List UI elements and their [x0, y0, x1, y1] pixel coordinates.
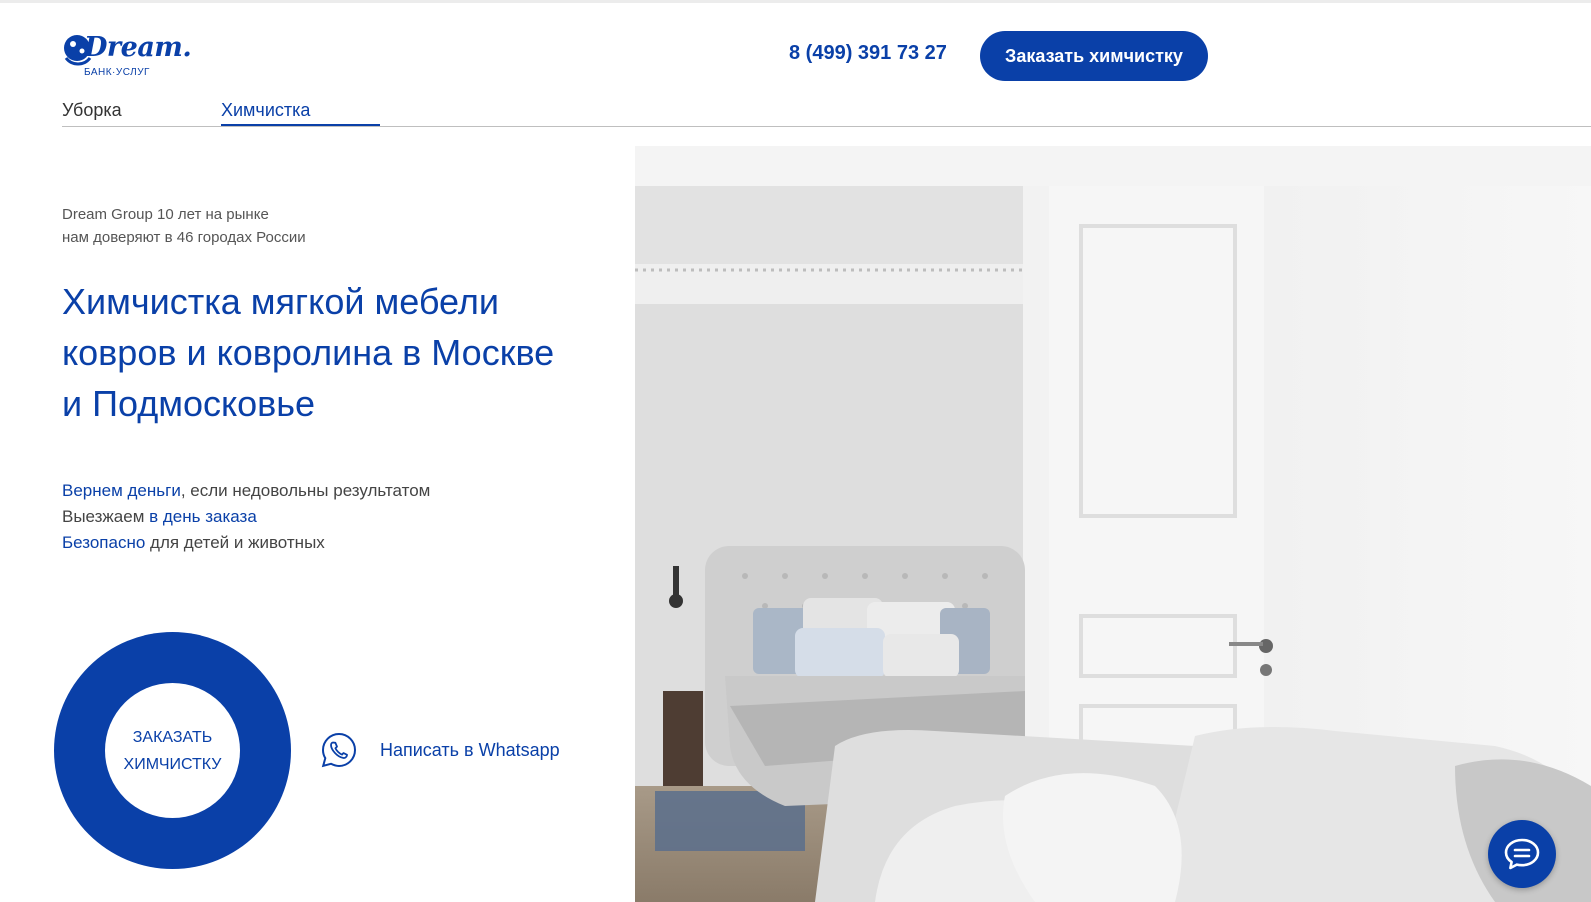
page: Dream. БАНК·УСЛУГ 8 (499) 391 73 27 Зака… — [0, 0, 1591, 902]
benefit-item: Вернем деньги, если недовольны результат… — [62, 478, 430, 504]
order-ring-label: ЗАКАЗАТЬ ХИМЧИСТКУ — [105, 683, 240, 818]
title-line: Химчистка мягкой мебели — [62, 281, 499, 322]
order-ring-button[interactable]: ЗАКАЗАТЬ ХИМЧИСТКУ — [54, 632, 291, 869]
title-line: и Подмосковье — [62, 383, 316, 424]
logo[interactable]: Dream. БАНК·УСЛУГ — [62, 30, 192, 82]
benefit-text: для детей и животных — [145, 533, 325, 552]
whatsapp-link[interactable]: Написать в Whatsapp — [320, 730, 560, 770]
benefit-highlight: Безопасно — [62, 533, 146, 552]
chat-button[interactable] — [1488, 820, 1556, 888]
tab-himchistka[interactable]: Химчистка — [221, 100, 310, 121]
benefit-text: Выезжаем — [62, 507, 150, 526]
order-cleaning-button[interactable]: Заказать химчистку — [980, 31, 1208, 81]
benefits-list: Вернем деньги, если недовольны результат… — [62, 478, 430, 556]
intro-line: нам доверяют в 46 городах России — [62, 229, 306, 246]
benefit-item: Выезжаем в день заказа — [62, 504, 430, 530]
order-ring-line: ХИМЧИСТКУ — [123, 755, 222, 773]
intro-line: Dream Group 10 лет на рынке — [62, 206, 269, 223]
order-ring-line: ЗАКАЗАТЬ — [132, 728, 213, 746]
nav-divider — [62, 126, 1591, 127]
benefit-text: , если недовольны результатом — [180, 481, 431, 500]
hero-image — [635, 146, 1591, 902]
page-title: Химчистка мягкой мебели ковров и ковроли… — [62, 276, 622, 429]
whatsapp-label: Написать в Whatsapp — [380, 739, 560, 760]
tab-uborka[interactable]: Уборка — [62, 100, 122, 121]
hero-illustration — [635, 146, 1591, 902]
chat-bubble-icon — [1504, 838, 1540, 870]
logo-tagline: БАНК·УСЛУГ — [84, 67, 150, 78]
top-border — [0, 0, 1591, 3]
benefit-highlight: в день заказа — [149, 507, 257, 526]
intro-text: Dream Group 10 лет на рынке нам доверяют… — [62, 203, 306, 249]
active-tab-indicator — [221, 124, 380, 126]
benefit-highlight: Вернем деньги — [62, 481, 181, 500]
whatsapp-icon — [321, 732, 357, 768]
logo-wordmark: Dream. — [84, 32, 192, 63]
benefit-item: Безопасно для детей и животных — [62, 530, 430, 556]
phone-link[interactable]: 8 (499) 391 73 27 — [789, 42, 947, 65]
title-line: ковров и ковролина в Москве — [62, 332, 555, 373]
